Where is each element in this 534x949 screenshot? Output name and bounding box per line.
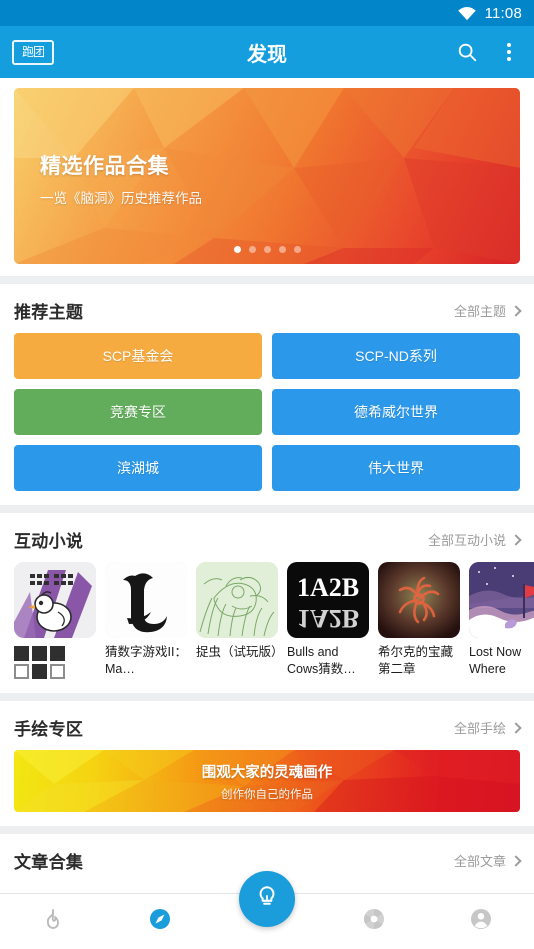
topic-chip[interactable]: 伟大世界 bbox=[272, 445, 520, 491]
status-bar: 11:08 bbox=[0, 0, 534, 26]
section-title: 互动小说 bbox=[14, 532, 84, 551]
chevron-right-icon bbox=[510, 304, 522, 317]
app-root: 11:08 跑团 发现 精选作品合集 一览《脑洞》历史推荐作品 推荐主题 全部主… bbox=[0, 0, 534, 949]
section-title: 推荐主题 bbox=[14, 303, 84, 322]
tofu-glyph bbox=[50, 664, 65, 679]
painting-header: 手绘专区 全部手绘 bbox=[0, 701, 534, 750]
topic-chip[interactable]: SCP基金会 bbox=[14, 333, 262, 379]
create-fab[interactable] bbox=[239, 871, 295, 927]
app-bar-actions bbox=[454, 39, 522, 65]
list-item-title: 希尔克的宝藏第二章 bbox=[378, 645, 454, 676]
tofu-glyph bbox=[14, 664, 29, 679]
app-logo[interactable]: 跑团 bbox=[12, 39, 54, 65]
hero-text: 精选作品合集 一览《脑洞》历史推荐作品 bbox=[40, 150, 202, 207]
green-sketch-thumbnail[interactable] bbox=[196, 562, 278, 638]
painting-banner-subtitle: 创作你自己的作品 bbox=[221, 788, 313, 801]
1a2b-black-thumbnail[interactable]: 1A2B 1A2B bbox=[287, 562, 369, 638]
snow-flag-thumbnail[interactable] bbox=[469, 562, 534, 638]
tofu-glyph bbox=[50, 646, 65, 661]
pigeon-purple-thumbnail[interactable] bbox=[14, 562, 96, 638]
tofu-glyph bbox=[14, 646, 29, 661]
hero-banner-card: 精选作品合集 一览《脑洞》历史推荐作品 bbox=[0, 78, 534, 276]
painting-banner-title: 围观大家的灵魂画作 bbox=[201, 764, 333, 781]
more-label: 全部主题 bbox=[453, 304, 506, 319]
list-item-title: 捉虫（试玩版） bbox=[196, 645, 278, 659]
chevron-right-icon bbox=[510, 854, 522, 867]
topic-chip[interactable]: SCP-ND系列 bbox=[272, 333, 520, 379]
fiction-section: 互动小说 全部互动小说 猜数字游戏II：Ma… 捉虫（试玩版） 1A2B 1A2… bbox=[0, 513, 534, 693]
painting-more-link[interactable]: 全部手绘 bbox=[453, 718, 522, 737]
list-item[interactable]: 猜数字游戏II：Ma… bbox=[105, 562, 187, 679]
nav-item-camera[interactable] bbox=[320, 894, 427, 949]
list-item-title: 猜数字游戏II：Ma… bbox=[105, 645, 187, 676]
list-item[interactable]: 1A2B 1A2B Bulls and Cows猜数… bbox=[287, 562, 369, 679]
fiction-more-link[interactable]: 全部互动小说 bbox=[427, 530, 522, 549]
svg-text:1A2B: 1A2B bbox=[297, 573, 359, 602]
nav-item-discover[interactable] bbox=[107, 894, 214, 949]
painting-section: 手绘专区 全部手绘 围观大家的灵魂画作 创作你自己的作品 bbox=[0, 701, 534, 826]
fiction-header: 互动小说 全部互动小说 bbox=[0, 513, 534, 562]
painting-banner-wrap: 围观大家的灵魂画作 创作你自己的作品 bbox=[0, 750, 534, 826]
section-title: 文章合集 bbox=[14, 853, 84, 872]
missing-glyph-title bbox=[14, 646, 72, 679]
flame-icon bbox=[41, 907, 65, 936]
more-label: 全部互动小说 bbox=[427, 533, 506, 548]
tofu-glyph bbox=[32, 664, 47, 679]
chevron-right-icon bbox=[510, 533, 522, 546]
list-item[interactable]: 希尔克的宝藏第二章 bbox=[378, 562, 460, 679]
chevron-right-icon bbox=[510, 721, 522, 734]
account-icon bbox=[469, 907, 493, 936]
cave-painting-thumbnail[interactable] bbox=[378, 562, 460, 638]
tofu-glyph bbox=[32, 646, 47, 661]
carousel-dot[interactable] bbox=[248, 246, 256, 253]
topics-header: 推荐主题 全部主题 bbox=[0, 284, 534, 333]
svg-text:1A2B: 1A2B bbox=[297, 604, 359, 633]
articles-more-link[interactable]: 全部文章 bbox=[453, 851, 522, 870]
overflow-menu-icon[interactable] bbox=[496, 39, 522, 65]
section-title: 手绘专区 bbox=[14, 720, 84, 739]
list-item[interactable]: Lost Now Where bbox=[469, 562, 534, 679]
nav-item-account[interactable] bbox=[427, 894, 534, 949]
list-item[interactable]: 捉虫（试玩版） bbox=[196, 562, 278, 679]
topics-grid: SCP基金会 SCP-ND系列 竞赛专区 德希威尔世界 滨湖城 伟大世界 bbox=[0, 333, 534, 505]
nav-item-hot[interactable] bbox=[0, 894, 107, 949]
compass-icon bbox=[148, 907, 172, 936]
hero-title: 精选作品合集 bbox=[40, 155, 169, 178]
topic-chip[interactable]: 德希威尔世界 bbox=[272, 389, 520, 435]
topic-chip[interactable]: 竞赛专区 bbox=[14, 389, 262, 435]
gothic-l-thumbnail[interactable] bbox=[105, 562, 187, 638]
list-item-title: Lost Now Where bbox=[469, 645, 522, 676]
hero-banner[interactable]: 精选作品合集 一览《脑洞》历史推荐作品 bbox=[14, 88, 520, 264]
wifi-icon bbox=[457, 6, 477, 21]
aperture-icon bbox=[362, 907, 386, 936]
list-item[interactable] bbox=[14, 562, 96, 679]
status-clock: 11:08 bbox=[484, 4, 522, 22]
topics-more-link[interactable]: 全部主题 bbox=[453, 301, 522, 320]
more-label: 全部手绘 bbox=[453, 721, 506, 736]
carousel-dot[interactable] bbox=[233, 246, 241, 253]
search-icon[interactable] bbox=[454, 39, 480, 65]
lightbulb-icon bbox=[254, 884, 280, 915]
app-bar: 跑团 发现 bbox=[0, 26, 534, 78]
more-label: 全部文章 bbox=[453, 854, 506, 869]
fiction-list[interactable]: 猜数字游戏II：Ma… 捉虫（试玩版） 1A2B 1A2B Bulls and … bbox=[0, 562, 534, 693]
painting-banner[interactable]: 围观大家的灵魂画作 创作你自己的作品 bbox=[14, 750, 520, 812]
carousel-dots[interactable] bbox=[14, 246, 520, 253]
carousel-dot[interactable] bbox=[278, 246, 286, 253]
carousel-dot[interactable] bbox=[293, 246, 301, 253]
list-item-title: Bulls and Cows猜数… bbox=[287, 645, 356, 676]
topic-chip[interactable]: 滨湖城 bbox=[14, 445, 262, 491]
hero-subtitle: 一览《脑洞》历史推荐作品 bbox=[40, 191, 202, 206]
content-scroll[interactable]: 精选作品合集 一览《脑洞》历史推荐作品 推荐主题 全部主题 SCP基金会 SCP… bbox=[0, 78, 534, 949]
carousel-dot[interactable] bbox=[263, 246, 271, 253]
topics-section: 推荐主题 全部主题 SCP基金会 SCP-ND系列 竞赛专区 德希威尔世界 滨湖… bbox=[0, 284, 534, 505]
